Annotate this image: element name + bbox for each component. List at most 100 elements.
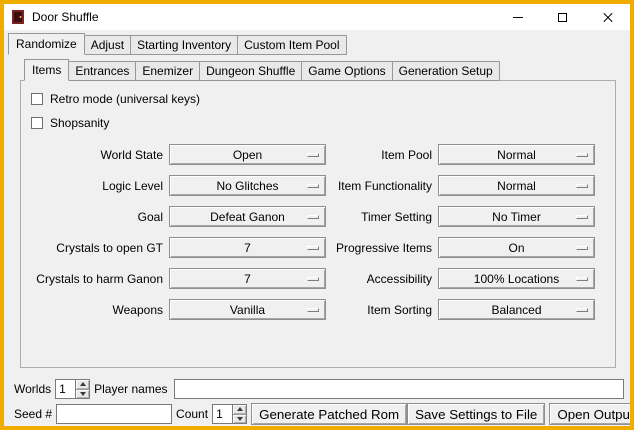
inner-tab-bar: Items Entrances Enemizer Dungeon Shuffle… — [4, 59, 630, 81]
minimize-button[interactable] — [495, 4, 540, 30]
dropdown-indicator-icon — [576, 308, 588, 312]
progressive-items-label: Progressive Items — [332, 241, 432, 255]
item-sorting-label: Item Sorting — [332, 303, 432, 317]
window-controls — [495, 4, 630, 30]
dropdown-indicator-icon — [307, 184, 319, 188]
shopsanity-checkbox-row[interactable]: Shopsanity — [31, 116, 615, 130]
seed-row: Seed # Count Generate Patched Rom Save S… — [10, 403, 624, 425]
worlds-label: Worlds — [10, 382, 55, 396]
player-names-label: Player names — [90, 382, 171, 396]
goal-value: Defeat Ganon — [210, 210, 285, 224]
world-state-dropdown[interactable]: Open — [169, 144, 326, 165]
retro-mode-label: Retro mode (universal keys) — [50, 92, 200, 106]
tab-enemizer[interactable]: Enemizer — [135, 61, 200, 81]
item-functionality-value: Normal — [497, 179, 536, 193]
tab-custom-item-pool[interactable]: Custom Item Pool — [237, 35, 346, 55]
item-functionality-dropdown[interactable]: Normal — [438, 175, 595, 196]
crystals-gt-dropdown[interactable]: 7 — [169, 237, 326, 258]
app-icon — [10, 9, 26, 25]
item-pool-dropdown[interactable]: Normal — [438, 144, 595, 165]
count-input[interactable] — [212, 404, 232, 424]
progressive-items-value: On — [508, 241, 524, 255]
progressive-items-dropdown[interactable]: On — [438, 237, 595, 258]
count-spinner[interactable] — [212, 404, 247, 424]
item-pool-value: Normal — [497, 148, 536, 162]
weapons-dropdown[interactable]: Vanilla — [169, 299, 326, 320]
dropdown-indicator-icon — [307, 277, 319, 281]
count-spinner-arrows — [232, 404, 247, 424]
count-down-button[interactable] — [233, 414, 246, 424]
items-pane: Retro mode (universal keys) Shopsanity W… — [20, 80, 616, 368]
arrow-down-icon — [80, 392, 86, 396]
player-names-input[interactable] — [174, 379, 625, 399]
accessibility-value: 100% Locations — [474, 272, 559, 286]
crystals-ganon-dropdown[interactable]: 7 — [169, 268, 326, 289]
timer-setting-dropdown[interactable]: No Timer — [438, 206, 595, 227]
dropdown-indicator-icon — [576, 184, 588, 188]
tab-adjust[interactable]: Adjust — [84, 35, 131, 55]
goal-label: Goal — [27, 210, 163, 224]
dropdown-indicator-icon — [576, 153, 588, 157]
goal-dropdown[interactable]: Defeat Ganon — [169, 206, 326, 227]
tab-starting-inventory[interactable]: Starting Inventory — [130, 35, 238, 55]
close-button[interactable] — [585, 4, 630, 30]
save-settings-button[interactable]: Save Settings to File — [407, 403, 545, 425]
shopsanity-checkbox[interactable] — [31, 117, 43, 129]
crystals-gt-value: 7 — [244, 241, 251, 255]
accessibility-label: Accessibility — [332, 272, 432, 286]
dropdown-indicator-icon — [576, 215, 588, 219]
retro-mode-checkbox-row[interactable]: Retro mode (universal keys) — [31, 92, 615, 106]
tab-generation-setup[interactable]: Generation Setup — [392, 61, 500, 81]
world-state-label: World State — [27, 148, 163, 162]
item-sorting-dropdown[interactable]: Balanced — [438, 299, 595, 320]
worlds-input[interactable] — [55, 379, 75, 399]
world-state-value: Open — [233, 148, 262, 162]
generate-patched-rom-button[interactable]: Generate Patched Rom — [251, 403, 407, 425]
count-up-button[interactable] — [233, 405, 246, 414]
maximize-button[interactable] — [540, 4, 585, 30]
arrow-up-icon — [237, 407, 243, 411]
weapons-label: Weapons — [27, 303, 163, 317]
tab-randomize[interactable]: Randomize — [8, 33, 85, 55]
accessibility-dropdown[interactable]: 100% Locations — [438, 268, 595, 289]
dropdown-indicator-icon — [307, 308, 319, 312]
logic-level-dropdown[interactable]: No Glitches — [169, 175, 326, 196]
window: Door Shuffle Randomize Adjust Starting I… — [0, 0, 634, 430]
window-title: Door Shuffle — [32, 10, 99, 24]
minimize-icon — [513, 17, 523, 18]
dropdown-indicator-icon — [307, 246, 319, 250]
dropdown-indicator-icon — [576, 246, 588, 250]
shopsanity-label: Shopsanity — [50, 116, 109, 130]
outer-tab-bar: Randomize Adjust Starting Inventory Cust… — [4, 33, 630, 55]
worlds-spinner-arrows — [75, 379, 90, 399]
crystals-ganon-label: Crystals to harm Ganon — [27, 272, 163, 286]
item-pool-label: Item Pool — [332, 148, 432, 162]
item-sorting-value: Balanced — [491, 303, 541, 317]
dropdown-indicator-icon — [576, 277, 588, 281]
tab-dungeon-shuffle[interactable]: Dungeon Shuffle — [199, 61, 302, 81]
count-label: Count — [172, 407, 212, 421]
timer-setting-value: No Timer — [492, 210, 541, 224]
options-form: World State Open Item Pool Normal Logic … — [21, 130, 615, 320]
seed-label: Seed # — [10, 407, 56, 421]
tab-game-options[interactable]: Game Options — [301, 61, 392, 81]
crystals-ganon-value: 7 — [244, 272, 251, 286]
retro-mode-checkbox[interactable] — [31, 93, 43, 105]
tab-items[interactable]: Items — [24, 59, 69, 81]
item-functionality-label: Item Functionality — [332, 179, 432, 193]
worlds-down-button[interactable] — [76, 389, 89, 399]
titlebar[interactable]: Door Shuffle — [4, 4, 630, 30]
timer-setting-label: Timer Setting — [332, 210, 432, 224]
window-body: Randomize Adjust Starting Inventory Cust… — [4, 33, 630, 429]
maximize-icon — [558, 13, 567, 22]
close-icon — [602, 11, 614, 23]
dropdown-indicator-icon — [307, 215, 319, 219]
open-output-directory-button[interactable]: Open Output Directory — [549, 403, 634, 425]
weapons-value: Vanilla — [230, 303, 265, 317]
seed-input[interactable] — [56, 404, 172, 424]
worlds-up-button[interactable] — [76, 380, 89, 389]
logic-level-value: No Glitches — [216, 179, 278, 193]
dropdown-indicator-icon — [307, 153, 319, 157]
worlds-spinner[interactable] — [55, 379, 90, 399]
tab-entrances[interactable]: Entrances — [68, 61, 136, 81]
